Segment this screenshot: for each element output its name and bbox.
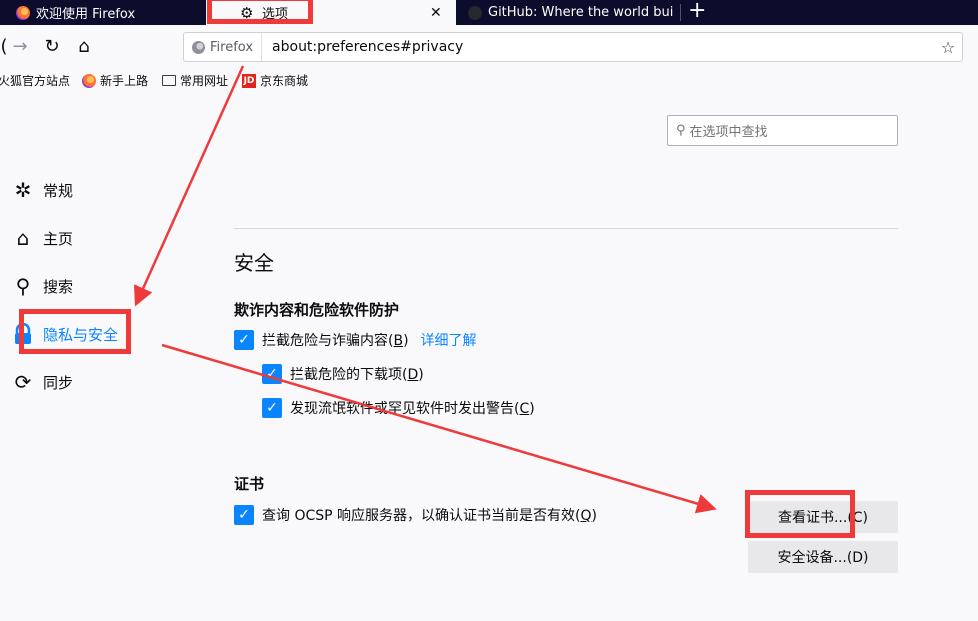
checkbox-label[interactable]: 查询 OCSP 响应服务器，以确认证书当前是否有效(Q) [262, 505, 597, 525]
sidebar-item-label: 主页 [43, 229, 74, 248]
checkbox-label[interactable]: 发现流氓软件或罕见软件时发出警告(C) [290, 398, 535, 418]
tab-title: GitHub: Where the world bui [488, 5, 674, 20]
checkbox-label[interactable]: 拦截危险与诈骗内容(B) [262, 330, 409, 350]
home-button[interactable]: ⌂ [72, 34, 96, 58]
sidebar-item-general[interactable]: ✲ 常规 [10, 177, 73, 203]
ocsp-checkbox[interactable]: ✓ [234, 505, 254, 525]
firefox-icon [192, 40, 205, 54]
bookmark-jd[interactable]: JD 京东商城 [242, 72, 308, 89]
security-section-title: 安全 [234, 251, 274, 275]
reload-button[interactable]: ↻ [40, 34, 64, 58]
identity-label: Firefox [210, 39, 254, 55]
security-devices-button[interactable]: 安全设备...(D) [748, 541, 898, 573]
search-icon: ⚲ [15, 274, 31, 298]
preferences-search-input[interactable]: ⚲ 在选项中查找 [667, 115, 898, 146]
block-downloads-checkbox[interactable]: ✓ [262, 364, 282, 384]
folder-icon [162, 75, 176, 86]
bookmark-getting-started[interactable]: 新手上路 [82, 72, 148, 89]
sync-icon: ⟳ [14, 370, 32, 394]
certificates-heading: 证书 [234, 475, 265, 493]
url-text[interactable]: about:preferences#privacy [262, 39, 934, 55]
annotation-box-options-tab [207, 0, 313, 24]
sidebar-item-sync[interactable]: ⟳ 同步 [10, 369, 73, 395]
annotation-box-privacy [19, 309, 131, 354]
section-divider [234, 228, 898, 229]
tab-title: 欢迎使用 Firefox [36, 7, 136, 22]
tab-welcome[interactable]: 欢迎使用 Firefox [0, 0, 206, 25]
bookmarks-toolbar: 火狐官方站点 新手上路 常用网址 JD 京东商城 [0, 67, 978, 95]
sidebar-item-home[interactable]: ⌂ 主页 [10, 225, 73, 251]
bookmark-firefox-site[interactable]: 火狐官方站点 [0, 72, 70, 89]
ocsp-row: ✓ 查询 OCSP 响应服务器，以确认证书当前是否有效(Q) [234, 505, 597, 525]
jd-icon: JD [242, 73, 256, 88]
tab-strip: 欢迎使用 Firefox ⚙ 选项 ✕ GitHub: Where the wo… [0, 0, 978, 25]
forward-button[interactable]: → [8, 34, 32, 58]
github-icon [468, 5, 482, 20]
learn-more-link[interactable]: 详细了解 [421, 330, 477, 350]
url-bar[interactable]: Firefox about:preferences#privacy ☆ [183, 32, 963, 62]
fraud-protection-heading: 欺诈内容和危险软件防护 [234, 301, 400, 319]
home-icon: ⌂ [16, 226, 30, 250]
block-downloads-row: ✓ 拦截危险的下载项(D) [262, 364, 424, 384]
sidebar-item-search[interactable]: ⚲ 搜索 [10, 273, 73, 299]
bookmark-label: 常用网址 [180, 74, 229, 88]
identity-box[interactable]: Firefox [184, 33, 263, 61]
tab-separator [680, 4, 681, 21]
reload-icon: ↻ [44, 35, 60, 57]
bookmark-star-icon[interactable]: ☆ [934, 38, 962, 57]
block-dangerous-checkbox[interactable]: ✓ [234, 330, 254, 350]
forward-arrow-icon: → [12, 35, 28, 57]
bookmark-folder-common[interactable]: 常用网址 [162, 72, 228, 89]
close-icon[interactable]: ✕ [430, 5, 442, 21]
search-icon: ⚲ [676, 123, 686, 138]
bookmark-label: 新手上路 [100, 74, 149, 88]
bookmark-label: 火狐官方站点 [0, 74, 71, 88]
annotation-box-view-certs [745, 490, 855, 538]
preferences-page: ⚲ 在选项中查找 ✲ 常规 ⌂ 主页 ⚲ 搜索 隐私与安全 ⟳ 同步 安全 欺诈… [0, 95, 978, 621]
navigation-toolbar: ( → ↻ ⌂ Firefox about:preferences#privac… [0, 25, 978, 67]
block-dangerous-row: ✓ 拦截危险与诈骗内容(B) 详细了解 [234, 330, 477, 350]
gear-icon: ✲ [14, 178, 32, 202]
warn-unwanted-row: ✓ 发现流氓软件或罕见软件时发出警告(C) [262, 398, 535, 418]
new-tab-button[interactable]: + [688, 0, 706, 23]
bookmark-label: 京东商城 [260, 74, 309, 88]
back-arrow-icon: ( [0, 35, 8, 57]
sidebar-item-label: 搜索 [43, 277, 74, 296]
warn-unwanted-checkbox[interactable]: ✓ [262, 398, 282, 418]
search-placeholder: 在选项中查找 [689, 125, 768, 140]
firefox-icon [16, 5, 30, 20]
checkbox-label[interactable]: 拦截危险的下载项(D) [290, 364, 424, 384]
sidebar-item-label: 同步 [43, 373, 74, 392]
home-icon: ⌂ [78, 35, 90, 57]
firefox-icon [82, 73, 96, 88]
tab-github[interactable]: GitHub: Where the world bui [462, 0, 678, 25]
sidebar-item-label: 常规 [43, 181, 74, 200]
